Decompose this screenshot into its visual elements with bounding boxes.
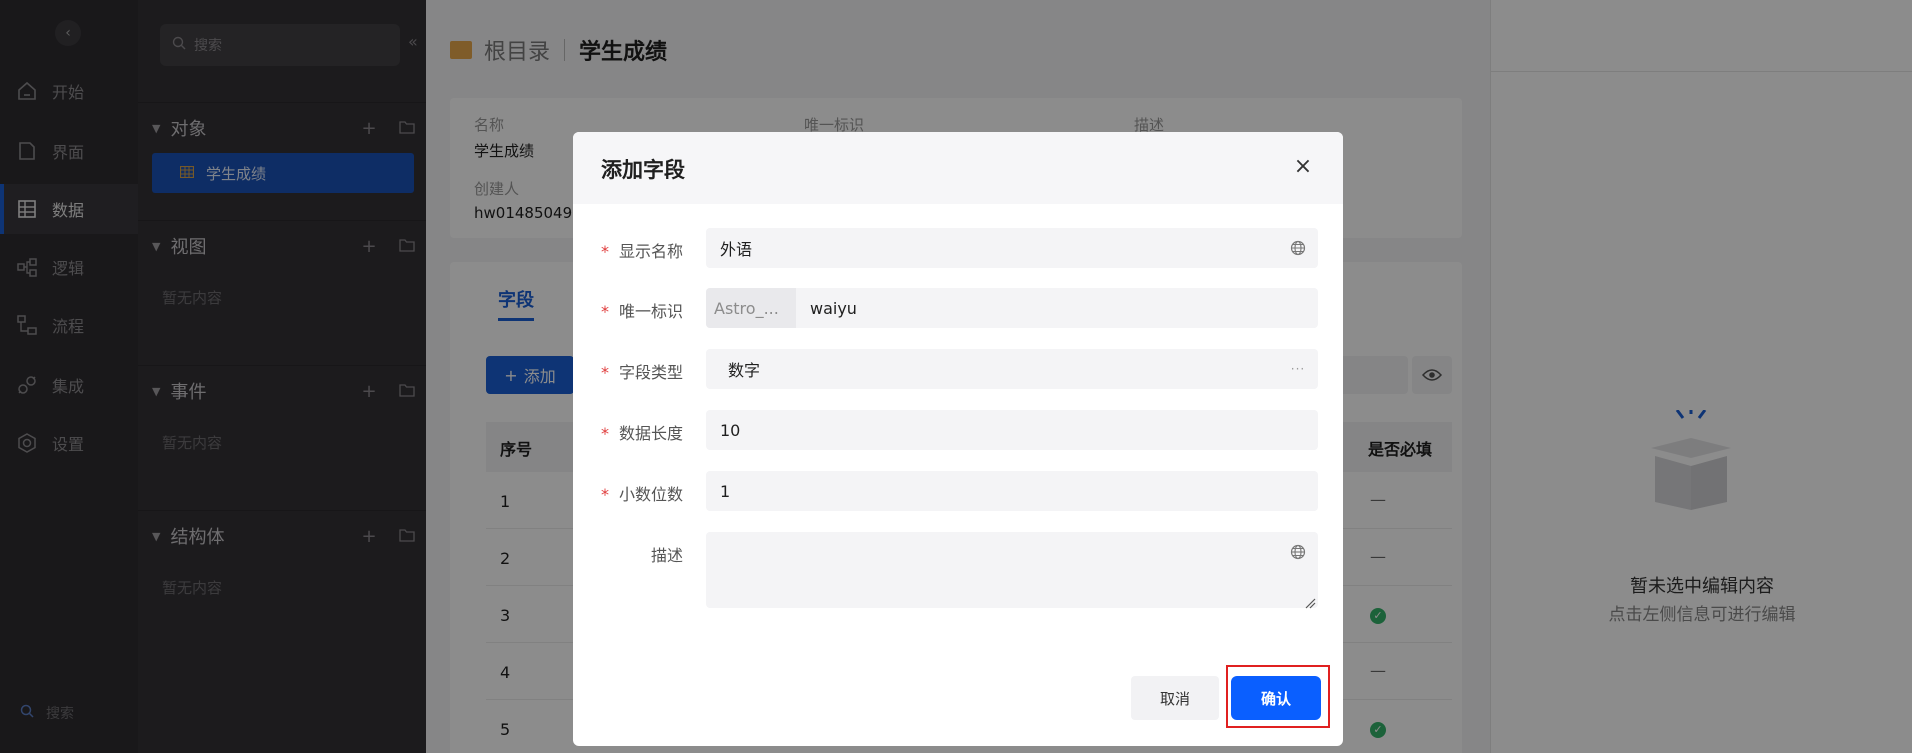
more-icon[interactable]: ··· [1278,362,1318,376]
unique-id-label: * 唯一标识 [600,302,683,321]
globe-icon[interactable] [1290,544,1306,564]
description-textarea[interactable] [706,532,1318,609]
data-length-label: * 数据长度 [600,424,683,443]
decimal-places-label: * 小数位数 [600,485,683,504]
add-field-dialog: 添加字段 × * 显示名称 外语 * 唯一标识 Astro_... waiyu * 字… [573,132,1343,746]
unique-id-field[interactable]: Astro_... waiyu [706,288,1318,328]
decimal-places-value: 1 [720,481,731,501]
display-name-value: 外语 [720,240,753,259]
dialog-header: 添加字段 × [573,132,1343,204]
dialog-title: 添加字段 [601,158,685,182]
cancel-button[interactable]: 取消 [1131,676,1219,720]
field-type-select[interactable]: 数字 ··· [706,349,1318,389]
globe-icon[interactable] [1278,240,1318,256]
close-icon[interactable]: × [1289,154,1317,182]
display-name-field[interactable]: 外语 [706,228,1318,268]
data-length-value: 10 [720,420,741,440]
decimal-places-field[interactable]: 1 [706,471,1318,511]
resize-handle-icon[interactable] [1304,594,1316,609]
description-label: 描述 [650,546,683,565]
field-type-value: 数字 [728,361,761,380]
field-type-label: * 字段类型 [600,363,683,382]
display-name-label: * 显示名称 [600,242,683,261]
confirm-highlight-box [1226,665,1330,728]
unique-id-value: waiyu [810,298,857,318]
data-length-field[interactable]: 10 [706,410,1318,450]
unique-id-prefix: Astro_... [706,288,796,328]
